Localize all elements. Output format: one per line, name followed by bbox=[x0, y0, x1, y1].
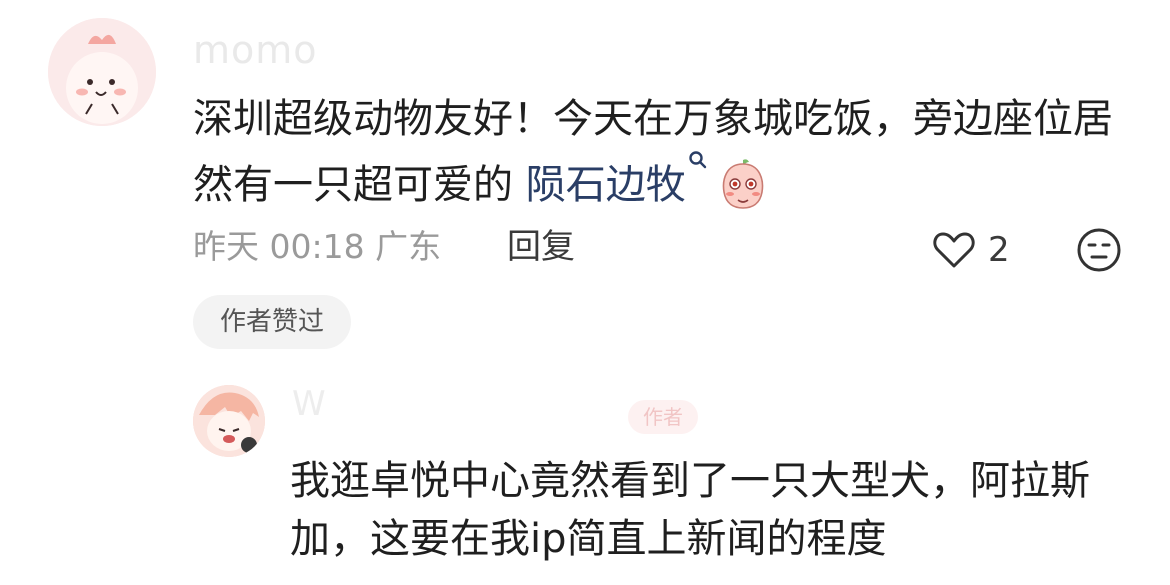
like-button[interactable]: 2 bbox=[930, 226, 1020, 274]
mention-link[interactable]: 陨石边牧 bbox=[526, 162, 686, 208]
username[interactable]: momo bbox=[193, 28, 318, 72]
comment-meta: 昨天 00:18 广东 bbox=[193, 227, 442, 266]
neutral-face-icon bbox=[1077, 228, 1121, 272]
reply-button[interactable]: 回复 bbox=[507, 222, 575, 272]
comment-text: 深圳超级动物友好！今天在万象城吃饭，旁边座位居然有一只超可爱的 陨石边牧 bbox=[193, 88, 1123, 216]
comment-thread: momo 深圳超级动物友好！今天在万象城吃饭，旁边座位居然有一只超可爱的 陨石边… bbox=[0, 0, 1170, 585]
heart-outline-icon bbox=[933, 232, 975, 268]
avatar-cartoon-icon bbox=[48, 18, 156, 126]
reply-text: 我逛卓悦中心竟然看到了一只大型犬，阿拉斯加，这要在我ip简直上新闻的程度 bbox=[290, 458, 1090, 562]
blushing-peach-emoji-icon bbox=[722, 159, 763, 209]
author-liked-badge: 作者赞过 bbox=[193, 295, 351, 349]
dislike-button[interactable] bbox=[1075, 226, 1123, 274]
reply-avatar[interactable] bbox=[193, 385, 265, 457]
reply-username[interactable]: W bbox=[292, 384, 326, 424]
search-icon[interactable] bbox=[688, 150, 708, 170]
avatar[interactable] bbox=[48, 18, 156, 126]
avatar-anime-icon bbox=[193, 385, 265, 457]
reply-author-tag: 作者 bbox=[628, 400, 698, 434]
like-count: 2 bbox=[988, 230, 1010, 270]
